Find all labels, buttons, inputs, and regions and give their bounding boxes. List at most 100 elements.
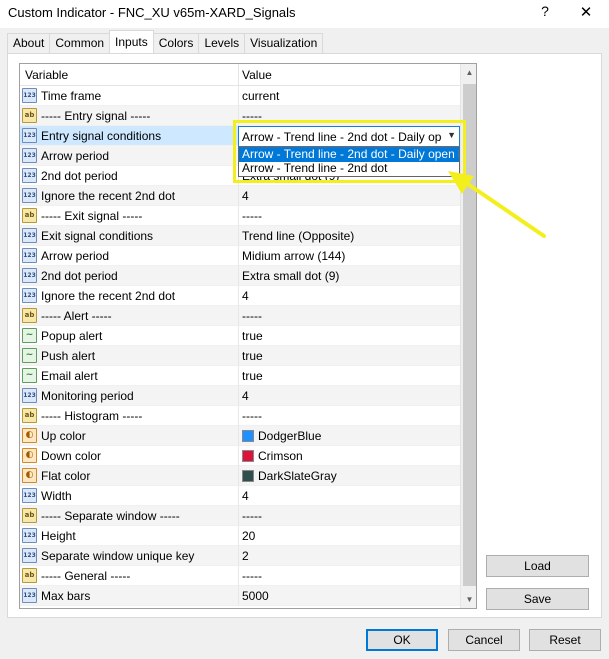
variable-name: Exit signal conditions <box>41 229 154 243</box>
int-type-icon: 123 <box>22 168 37 183</box>
variable-value[interactable]: true <box>242 369 263 383</box>
variable-value[interactable]: Crimson <box>242 449 303 463</box>
tab-colors[interactable]: Colors <box>152 33 200 53</box>
bool-type-icon: ~ <box>22 328 37 343</box>
column-divider <box>238 326 239 346</box>
table-row[interactable]: ab ----- Histogram ----- ----- <box>20 406 460 426</box>
table-row[interactable]: ~ Push alert true <box>20 346 460 366</box>
header-divider[interactable] <box>238 64 239 86</box>
variable-value[interactable]: current <box>242 89 279 103</box>
table-row[interactable]: 123 Ignore the recent 2nd dot 4 <box>20 286 460 306</box>
table-row[interactable]: ◐ Flat color DarkSlateGray <box>20 466 460 486</box>
table-row[interactable]: ◐ Down color Crimson <box>20 446 460 466</box>
variable-value[interactable]: ----- <box>242 309 262 323</box>
variable-value[interactable]: ----- <box>242 109 262 123</box>
table-row[interactable]: ab ----- Exit signal ----- ----- <box>20 206 460 226</box>
table-row[interactable]: ab ----- General ----- ----- <box>20 566 460 586</box>
variable-name: Time frame <box>41 89 102 103</box>
column-divider <box>238 206 239 226</box>
variable-name: Width <box>41 489 72 503</box>
scroll-up-icon[interactable]: ▲ <box>461 64 476 81</box>
variable-value[interactable]: 2 <box>242 549 249 563</box>
string-type-icon: ab <box>22 108 37 123</box>
tab-common[interactable]: Common <box>49 33 111 53</box>
table-row[interactable]: ab ----- Separate window ----- ----- <box>20 506 460 526</box>
variable-value[interactable]: DodgerBlue <box>242 429 321 443</box>
variable-name: Popup alert <box>41 329 103 343</box>
table-row[interactable]: ab ----- Entry signal ----- ----- <box>20 106 460 126</box>
column-divider <box>238 186 239 206</box>
column-divider <box>238 226 239 246</box>
help-button[interactable]: ? <box>535 3 555 19</box>
tab-levels[interactable]: Levels <box>198 33 246 53</box>
load-button[interactable]: Load <box>486 555 589 577</box>
table-row[interactable]: 123 Separate window unique key 2 <box>20 546 460 566</box>
variable-value[interactable]: DarkSlateGray <box>242 469 337 483</box>
column-header-variable[interactable]: Variable <box>25 68 68 82</box>
string-type-icon: ab <box>22 568 37 583</box>
column-header-value[interactable]: Value <box>242 68 272 82</box>
tab-inputs[interactable]: Inputs <box>109 30 154 53</box>
color-type-icon: ◐ <box>22 448 37 463</box>
variable-name: ----- Exit signal ----- <box>41 209 143 223</box>
bool-type-icon: ~ <box>22 368 37 383</box>
variable-value[interactable]: true <box>242 329 263 343</box>
table-row[interactable]: 123 Exit signal conditions Trend line (Opp… <box>20 226 460 246</box>
ok-button[interactable]: OK <box>366 629 438 651</box>
dropdown-option[interactable]: Arrow - Trend line - 2nd dot <box>239 162 459 176</box>
variable-value[interactable]: true <box>242 349 263 363</box>
cancel-button[interactable]: Cancel <box>448 629 520 651</box>
variable-name: Flat color <box>41 469 91 483</box>
table-row[interactable]: 123 Height 20 <box>20 526 460 546</box>
variable-value[interactable]: ----- <box>242 209 262 223</box>
variable-value[interactable]: ----- <box>242 509 262 523</box>
variable-value[interactable]: 4 <box>242 189 249 203</box>
color-swatch <box>242 430 254 442</box>
title-bar: Custom Indicator - FNC_XU v65m-XARD_Sign… <box>0 0 609 28</box>
table-row[interactable]: 123 Max bars 5000 <box>20 586 460 606</box>
column-divider <box>238 106 239 126</box>
tab-visualization[interactable]: Visualization <box>244 33 324 53</box>
save-button[interactable]: Save <box>486 588 589 610</box>
variable-value[interactable]: 5000 <box>242 589 269 603</box>
variable-value[interactable]: 20 <box>242 529 255 543</box>
variable-value[interactable]: 4 <box>242 489 249 503</box>
variable-value[interactable]: 4 <box>242 289 249 303</box>
variable-value[interactable]: Extra small dot (9) <box>242 269 339 283</box>
variable-name: Push alert <box>41 349 96 363</box>
table-row[interactable]: 123 Time frame current <box>20 86 460 106</box>
vertical-scrollbar[interactable]: ▲ ▼ <box>460 64 476 608</box>
variable-name: ----- Entry signal ----- <box>41 109 151 123</box>
variable-value[interactable]: Midium arrow (144) <box>242 249 345 263</box>
column-divider <box>238 406 239 426</box>
column-divider <box>238 506 239 526</box>
table-row[interactable]: 123 2nd dot period Extra small dot (9) <box>20 266 460 286</box>
variable-value[interactable]: Trend line (Opposite) <box>242 229 354 243</box>
variable-name: Ignore the recent 2nd dot <box>41 189 176 203</box>
table-row[interactable]: ◐ Up color DodgerBlue <box>20 426 460 446</box>
chevron-down-icon[interactable]: ▼ <box>447 130 456 140</box>
table-row[interactable]: 123 Ignore the recent 2nd dot 4 <box>20 186 460 206</box>
dropdown-option[interactable]: Arrow - Trend line - 2nd dot - Daily ope… <box>239 148 459 162</box>
variable-name: Down color <box>41 449 102 463</box>
variable-name: 2nd dot period <box>41 269 118 283</box>
tab-about[interactable]: About <box>7 33 51 53</box>
variable-value[interactable]: ----- <box>242 569 262 583</box>
entry-signal-conditions-select[interactable]: Arrow - Trend line - 2nd dot - Daily ope… <box>238 126 460 147</box>
variable-name: ----- Alert ----- <box>41 309 112 323</box>
variable-value[interactable]: ----- <box>242 409 262 423</box>
close-button[interactable]: ✕ <box>576 3 596 21</box>
variable-value[interactable]: 4 <box>242 389 249 403</box>
string-type-icon: ab <box>22 308 37 323</box>
table-row[interactable]: 123 Width 4 <box>20 486 460 506</box>
table-row[interactable]: ~ Email alert true <box>20 366 460 386</box>
table-row[interactable]: 123 Arrow period Midium arrow (144) <box>20 246 460 266</box>
table-row[interactable]: ~ Popup alert true <box>20 326 460 346</box>
reset-button[interactable]: Reset <box>529 629 601 651</box>
scroll-down-icon[interactable]: ▼ <box>461 591 476 608</box>
variable-name: Arrow period <box>41 249 110 263</box>
table-row[interactable]: 123 Monitoring period 4 <box>20 386 460 406</box>
scrollbar-thumb[interactable] <box>463 84 476 586</box>
table-row[interactable]: ab ----- Alert ----- ----- <box>20 306 460 326</box>
bool-type-icon: ~ <box>22 348 37 363</box>
